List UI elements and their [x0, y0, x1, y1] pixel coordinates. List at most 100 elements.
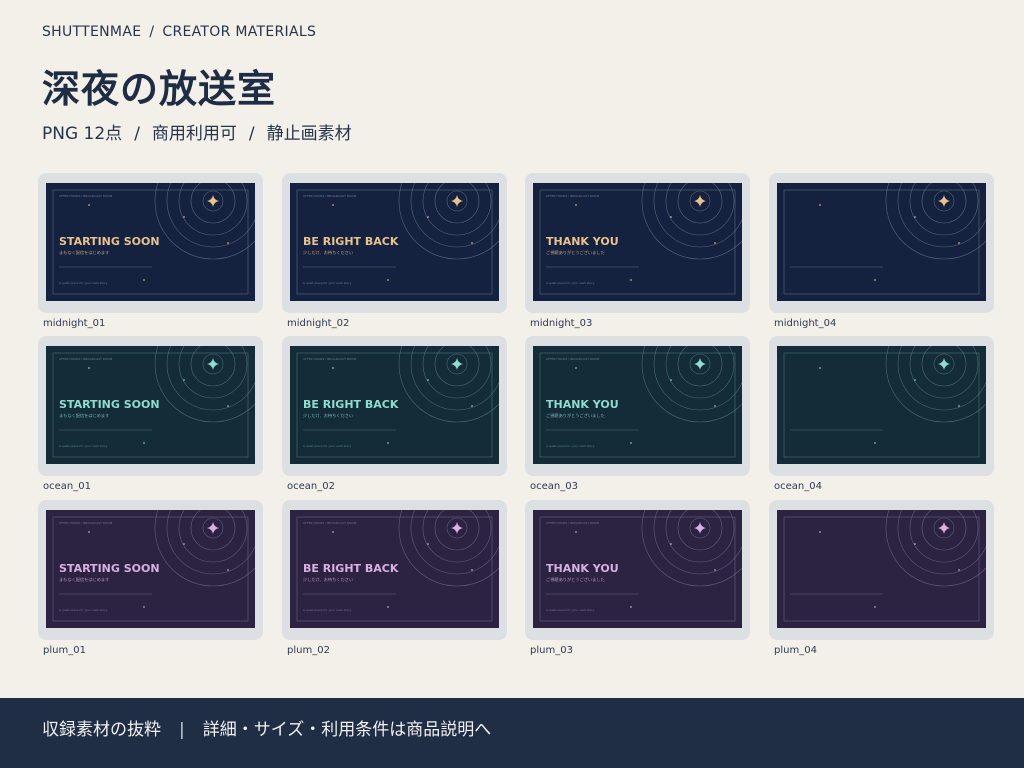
- thumbnail-subtitle: ご視聴ありがとうございました: [546, 249, 605, 256]
- thumbnail-card: AFTER HOURS / BROADCAST ROOM STARTING SOO…: [38, 336, 263, 492]
- thumbnail-subtitle: ご視聴ありがとうございました: [546, 412, 605, 419]
- star-dot-decoration: [630, 279, 632, 281]
- star-dot-decoration: [958, 405, 960, 407]
- star-dot-decoration: [227, 405, 229, 407]
- thumbnail-card: AFTER HOURS / BROADCAST ROOM BE RIGHT BAC…: [282, 173, 507, 329]
- subtitle-separator: /: [248, 124, 255, 144]
- breadcrumb-brand[interactable]: SHUTTENMAE: [42, 24, 141, 40]
- thumbnail-frame[interactable]: AFTER HOURS / BROADCAST ROOM BE RIGHT BAC…: [282, 336, 507, 476]
- thumbnail-title: STARTING SOON: [59, 398, 160, 411]
- thumbnail-frame[interactable]: AFTER HOURS / BROADCAST ROOM BE RIGHT BAC…: [282, 500, 507, 640]
- thumbnail-image: AFTER HOURS / BROADCAST ROOM THANK YOU ご視聴…: [533, 510, 742, 628]
- star-dot-decoration: [227, 242, 229, 244]
- thumbnail-top-label: AFTER HOURS / BROADCAST ROOM: [59, 357, 113, 361]
- star-dot-decoration: [575, 204, 577, 206]
- thumbnail-bottom-label: a quiet place for your next story: [59, 608, 108, 612]
- star-dot-decoration: [387, 606, 389, 608]
- star-dot-decoration: [819, 204, 821, 206]
- thumbnail-artwork: AFTER HOURS / BROADCAST ROOM THANK YOUご視聴…: [533, 346, 742, 464]
- thumbnail-title: BE RIGHT BACK: [303, 562, 399, 575]
- star-dot-decoration: [471, 405, 473, 407]
- star-dot-decoration: [670, 379, 672, 381]
- thumbnail-caption: midnight_01: [43, 318, 106, 329]
- footer-left-text: 収録素材の抜粋: [42, 720, 161, 740]
- subtitle-format: PNG 12点: [42, 124, 123, 144]
- thumbnail-frame[interactable]: AFTER HOURS / BROADCAST ROOM STARTING SOO…: [38, 500, 263, 640]
- star-dot-decoration: [387, 279, 389, 281]
- thumbnail-frame[interactable]: [769, 336, 994, 476]
- thumbnail-caption: plum_04: [774, 645, 817, 656]
- thumbnail-frame[interactable]: AFTER HOURS / BROADCAST ROOM STARTING SOO…: [38, 336, 263, 476]
- footer-right-text: 詳細・サイズ・利用条件は商品説明へ: [202, 720, 492, 740]
- thumbnail-top-label: AFTER HOURS / BROADCAST ROOM: [303, 194, 357, 198]
- thumbnail-top-label: AFTER HOURS / BROADCAST ROOM: [546, 357, 600, 361]
- star-dot-decoration: [874, 606, 876, 608]
- breadcrumb-section[interactable]: CREATOR MATERIALS: [162, 24, 316, 40]
- thumbnail-frame[interactable]: AFTER HOURS / BROADCAST ROOM STARTING SOO…: [38, 173, 263, 313]
- subtitle-type: 静止画素材: [266, 124, 352, 144]
- thumbnail-title: BE RIGHT BACK: [303, 235, 399, 248]
- thumbnail-background: [777, 510, 986, 628]
- thumbnail-subtitle: 少しだけ、お待ちください: [303, 412, 353, 419]
- thumbnail-grid: AFTER HOURS / BROADCAST ROOM STARTING SOO…: [38, 173, 994, 663]
- thumbnail-subtitle: まもなく配信をはじめます: [59, 576, 109, 583]
- thumbnail-artwork: AFTER HOURS / BROADCAST ROOM STARTING SOO…: [46, 510, 255, 628]
- star-dot-decoration: [227, 569, 229, 571]
- thumbnail-bottom-label: a quiet place for your next story: [546, 608, 595, 612]
- thumbnail-bottom-label: a quiet place for your next story: [303, 281, 352, 285]
- thumbnail-bottom-label: a quiet place for your next story: [59, 444, 108, 448]
- thumbnail-artwork: AFTER HOURS / BROADCAST ROOM BE RIGHT BAC…: [290, 346, 499, 464]
- page-title: 深夜の放送室: [42, 67, 277, 111]
- thumbnail-artwork: AFTER HOURS / BROADCAST ROOM STARTING SOO…: [46, 346, 255, 464]
- thumbnail-subtitle: まもなく配信をはじめます: [59, 412, 109, 419]
- star-dot-decoration: [670, 216, 672, 218]
- star-dot-decoration: [819, 367, 821, 369]
- thumbnail-artwork: AFTER HOURS / BROADCAST ROOM THANK YOUご視聴…: [533, 510, 742, 628]
- thumbnail-artwork: [777, 346, 986, 464]
- thumbnail-top-label: AFTER HOURS / BROADCAST ROOM: [546, 194, 600, 198]
- thumbnail-background: [777, 183, 986, 301]
- star-dot-decoration: [874, 442, 876, 444]
- thumbnail-frame[interactable]: AFTER HOURS / BROADCAST ROOM THANK YOU ご視聴…: [525, 500, 750, 640]
- thumbnail-artwork: AFTER HOURS / BROADCAST ROOM THANK YOUご視聴…: [533, 183, 742, 301]
- thumbnail-frame[interactable]: [769, 500, 994, 640]
- thumbnail-frame[interactable]: AFTER HOURS / BROADCAST ROOM THANK YOU ご視聴…: [525, 173, 750, 313]
- star-dot-decoration: [575, 531, 577, 533]
- thumbnail-caption: plum_03: [530, 645, 573, 656]
- subtitle-separator: /: [134, 124, 140, 144]
- star-dot-decoration: [874, 279, 876, 281]
- thumbnail-subtitle: 少しだけ、お待ちください: [303, 576, 353, 583]
- star-dot-decoration: [183, 543, 185, 545]
- star-dot-decoration: [183, 216, 185, 218]
- star-dot-decoration: [914, 379, 916, 381]
- thumbnail-title: THANK YOU: [546, 235, 619, 248]
- thumbnail-caption: ocean_04: [774, 481, 822, 492]
- thumbnail-card: plum_04: [769, 500, 994, 656]
- thumbnail-artwork: [777, 183, 986, 301]
- star-dot-decoration: [332, 204, 334, 206]
- star-dot-decoration: [332, 367, 334, 369]
- thumbnail-top-label: AFTER HOURS / BROADCAST ROOM: [59, 194, 113, 198]
- star-dot-decoration: [714, 569, 716, 571]
- thumbnail-frame[interactable]: [769, 173, 994, 313]
- thumbnail-image: [777, 346, 986, 464]
- thumbnail-frame[interactable]: AFTER HOURS / BROADCAST ROOM BE RIGHT BAC…: [282, 173, 507, 313]
- thumbnail-caption: midnight_03: [530, 318, 593, 329]
- thumbnail-frame[interactable]: AFTER HOURS / BROADCAST ROOM THANK YOU ご視聴…: [525, 336, 750, 476]
- star-dot-decoration: [575, 367, 577, 369]
- star-dot-decoration: [143, 442, 145, 444]
- thumbnail-image: AFTER HOURS / BROADCAST ROOM THANK YOU ご視聴…: [533, 183, 742, 301]
- thumbnail-bottom-label: a quiet place for your next story: [303, 444, 352, 448]
- thumbnail-card: ocean_04: [769, 336, 994, 492]
- thumbnail-card: AFTER HOURS / BROADCAST ROOM THANK YOU ご視聴…: [525, 173, 750, 329]
- thumbnail-caption: midnight_02: [287, 318, 350, 329]
- thumbnail-card: AFTER HOURS / BROADCAST ROOM THANK YOU ご視聴…: [525, 500, 750, 656]
- thumbnail-background: [777, 346, 986, 464]
- thumbnail-title: STARTING SOON: [59, 562, 160, 575]
- thumbnail-top-label: AFTER HOURS / BROADCAST ROOM: [303, 357, 357, 361]
- star-dot-decoration: [88, 531, 90, 533]
- star-dot-decoration: [714, 405, 716, 407]
- thumbnail-card: AFTER HOURS / BROADCAST ROOM BE RIGHT BAC…: [282, 500, 507, 656]
- breadcrumb: SHUTTENMAE / CREATOR MATERIALS: [42, 24, 316, 40]
- star-dot-decoration: [427, 543, 429, 545]
